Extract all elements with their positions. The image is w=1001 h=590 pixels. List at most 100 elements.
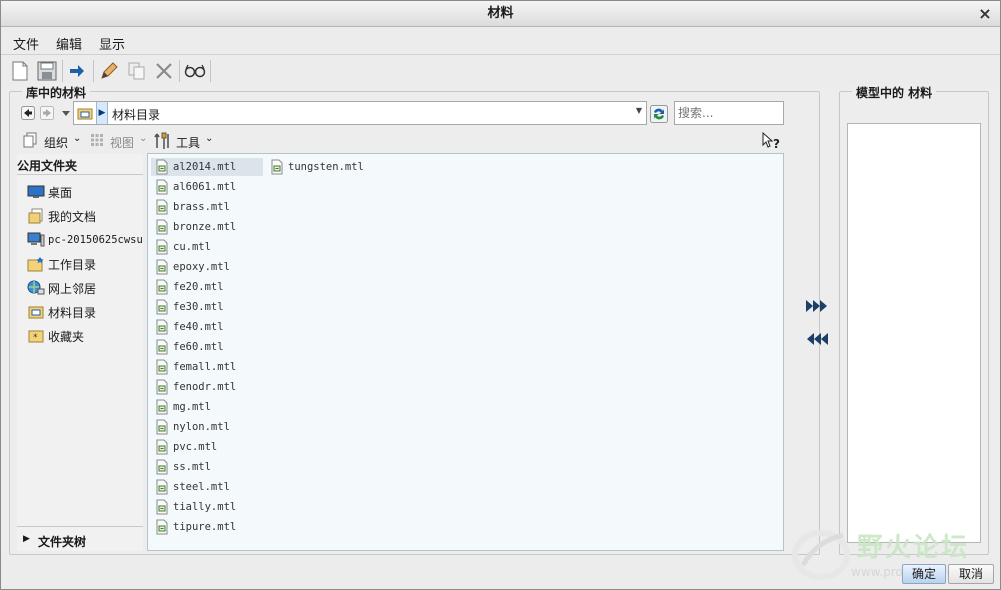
tools-menu[interactable]: 工具 — [176, 134, 200, 151]
context-help-icon[interactable]: ? — [761, 131, 781, 153]
file-item[interactable]: pvc.mtl — [151, 438, 263, 456]
file-item[interactable]: nylon.mtl — [151, 418, 263, 436]
view-chevron-icon[interactable]: ⌄ — [139, 133, 147, 144]
material-file-icon — [156, 179, 168, 195]
folder-item-desktop[interactable]: 桌面 — [27, 182, 72, 202]
file-item[interactable]: fe60.mtl — [151, 338, 263, 356]
toolbar — [1, 56, 1000, 86]
material-file-icon — [156, 319, 168, 335]
materials-dialog: 材料 × 文件 编辑 显示 库中的材料 ▶ 材料目录 ▼ 搜索... 组织 ⌄ … — [0, 0, 1001, 590]
file-list[interactable]: al2014.mtl al6061.mtl brass.mtl bronze.mtl c… — [147, 153, 784, 551]
documents-icon — [27, 208, 45, 224]
file-item[interactable]: brass.mtl — [151, 198, 263, 216]
file-item[interactable]: cu.mtl — [151, 238, 263, 256]
model-title: 模型中的 材料 — [852, 84, 937, 101]
tools-icon — [154, 132, 172, 153]
file-item[interactable]: fenodr.mtl — [151, 378, 263, 396]
save-icon[interactable] — [35, 59, 59, 83]
view-menu[interactable]: 视图 — [110, 134, 134, 151]
refresh-icon[interactable] — [649, 104, 669, 124]
copy-icon[interactable] — [125, 59, 149, 83]
folder-item-computer[interactable]: pc-20150625cwsu — [27, 230, 143, 250]
file-name: femall.mtl — [173, 361, 237, 373]
close-icon[interactable]: × — [976, 1, 994, 27]
folder-icon — [77, 105, 93, 124]
organize-chevron-icon[interactable]: ⌄ — [73, 133, 81, 144]
material-file-icon — [156, 479, 168, 495]
ok-button[interactable]: 确定 — [902, 564, 946, 584]
material-file-icon — [156, 359, 168, 375]
material-file-icon — [156, 379, 168, 395]
new-file-icon[interactable] — [8, 59, 32, 83]
folder-tree-toggle[interactable]: ▶ 文件夹树 — [17, 526, 143, 551]
menu-bar: 文件 编辑 显示 — [1, 28, 1000, 55]
file-item[interactable]: femall.mtl — [151, 358, 263, 376]
folder-item-working-directory[interactable]: 工作目录 — [27, 254, 96, 274]
folder-item-my-documents[interactable]: 我的文档 — [27, 206, 96, 226]
material-file-icon — [156, 419, 168, 435]
material-file-icon — [156, 459, 168, 475]
path-bar[interactable]: ▶ 材料目录 ▼ — [73, 101, 647, 125]
file-item[interactable]: tipure.mtl — [151, 518, 263, 536]
file-name: mg.mtl — [173, 401, 211, 413]
folder-item-label: 收藏夹 — [48, 329, 85, 344]
file-name: brass.mtl — [173, 201, 230, 213]
file-item[interactable]: bronze.mtl — [151, 218, 263, 236]
folder-item-material-directory[interactable]: 材料目录 — [27, 302, 96, 322]
file-item[interactable]: al6061.mtl — [151, 178, 263, 196]
folder-item-label: 我的文档 — [48, 209, 97, 224]
add-to-model-icon[interactable] — [804, 297, 830, 315]
common-folders-pane: 公用文件夹 桌面 我的文档 pc-20150625cwsu 工作目录 网上邻居 … — [17, 154, 143, 551]
file-name: pvc.mtl — [173, 441, 218, 453]
window-title: 材料 — [487, 6, 514, 21]
file-item[interactable]: al2014.mtl — [151, 158, 263, 176]
material-file-icon — [156, 199, 168, 215]
file-name: tipure.mtl — [173, 521, 237, 533]
material-file-icon — [271, 159, 283, 175]
svg-text:*: * — [33, 333, 38, 343]
breadcrumb-arrow-icon[interactable]: ▶ — [96, 102, 108, 124]
forward-icon[interactable] — [38, 104, 56, 122]
dialog-footer — [1, 558, 1000, 589]
folder-item-network[interactable]: 网上邻居 — [27, 278, 96, 298]
file-item[interactable]: steel.mtl — [151, 478, 263, 496]
menu-view[interactable]: 显示 — [99, 34, 125, 53]
organize-menu[interactable]: 组织 — [44, 134, 68, 151]
file-name: tungsten.mtl — [288, 161, 364, 173]
cancel-button[interactable]: 取消 — [948, 564, 994, 584]
material-file-icon — [156, 299, 168, 315]
menu-edit[interactable]: 编辑 — [56, 34, 82, 53]
folder-item-favorites[interactable]: * 收藏夹 — [27, 326, 84, 346]
file-name: fenodr.mtl — [173, 381, 237, 393]
menu-file[interactable]: 文件 — [13, 34, 39, 53]
file-item[interactable]: fe20.mtl — [151, 278, 263, 296]
back-icon[interactable] — [19, 104, 37, 122]
file-name: steel.mtl — [173, 481, 230, 493]
organize-icon — [23, 132, 39, 151]
material-file-icon — [156, 219, 168, 235]
tools-chevron-icon[interactable]: ⌄ — [205, 133, 213, 144]
file-name: fe60.mtl — [173, 341, 224, 353]
file-name: fe40.mtl — [173, 321, 224, 333]
material-file-icon — [156, 499, 168, 515]
import-arrow-icon[interactable] — [65, 59, 89, 83]
delete-icon[interactable] — [152, 59, 176, 83]
path-dropdown-icon[interactable]: ▼ — [636, 106, 642, 115]
file-item[interactable]: tungsten.mtl — [266, 158, 386, 176]
folder-item-label: pc-20150625cwsu — [48, 234, 143, 246]
file-name: epoxy.mtl — [173, 261, 230, 273]
remove-from-model-icon[interactable] — [804, 330, 830, 348]
preview-glasses-icon[interactable] — [183, 59, 207, 83]
file-item[interactable]: mg.mtl — [151, 398, 263, 416]
file-item[interactable]: epoxy.mtl — [151, 258, 263, 276]
file-name: ss.mtl — [173, 461, 211, 473]
model-materials-list[interactable] — [847, 123, 981, 543]
edit-pencil-icon[interactable] — [97, 59, 121, 83]
search-input[interactable] — [674, 101, 784, 125]
file-item[interactable]: tially.mtl — [151, 498, 263, 516]
file-item[interactable]: ss.mtl — [151, 458, 263, 476]
file-name: cu.mtl — [173, 241, 211, 253]
title-bar: 材料 × — [1, 1, 1000, 27]
file-item[interactable]: fe30.mtl — [151, 298, 263, 316]
file-item[interactable]: fe40.mtl — [151, 318, 263, 336]
